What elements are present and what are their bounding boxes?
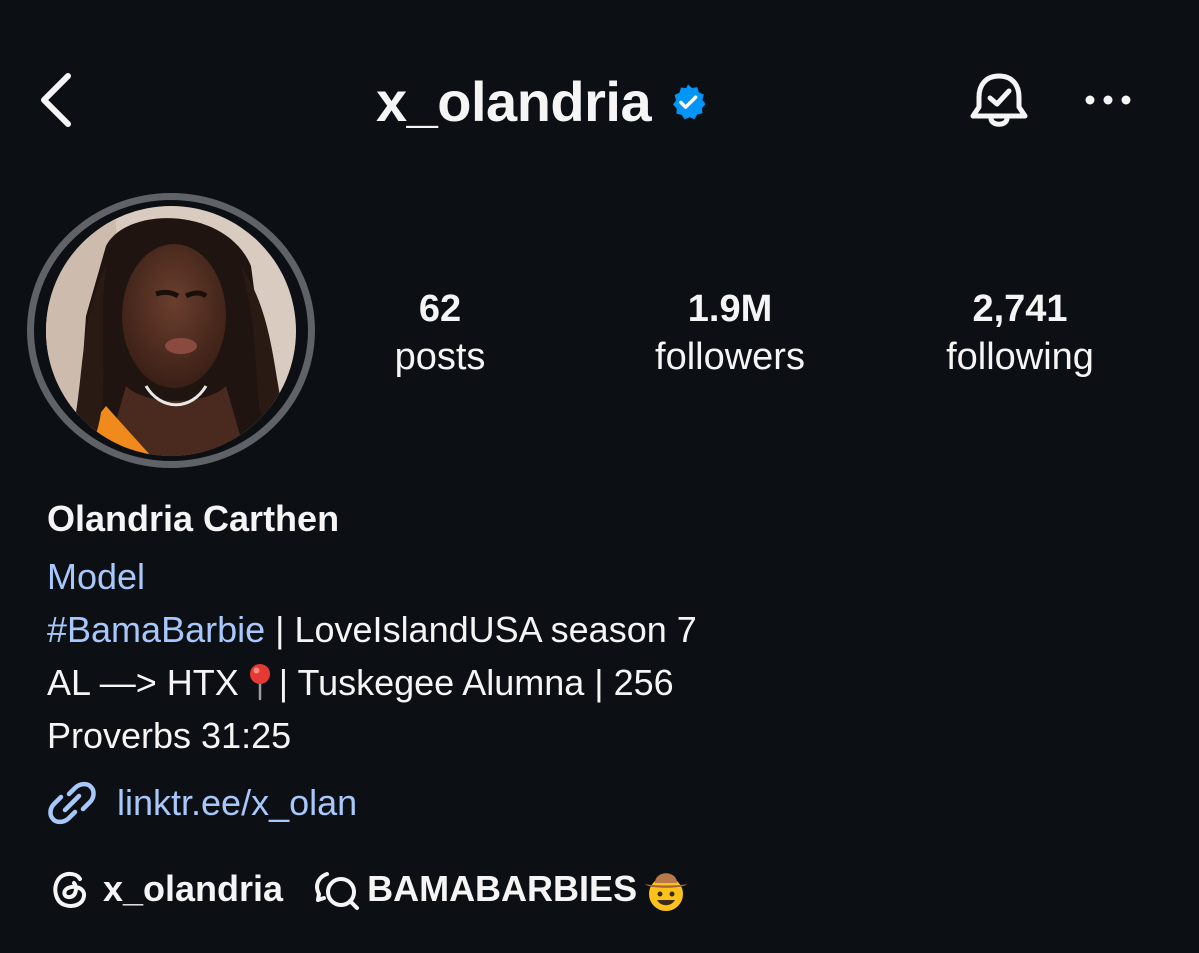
- posts-count[interactable]: 62 posts: [370, 285, 510, 381]
- broadcast-channel-link[interactable]: BAMABARBIES: [313, 864, 691, 914]
- threads-profile-link[interactable]: x_olandria: [47, 866, 283, 912]
- threads-handle: x_olandria: [103, 868, 284, 909]
- verified-badge-icon: [673, 84, 706, 120]
- profile-category: Model: [47, 556, 146, 597]
- followers-count[interactable]: 1.9M followers: [630, 285, 830, 381]
- posts-label: posts: [394, 336, 486, 378]
- threads-icon: [53, 871, 87, 908]
- channel-name: BAMABARBIES: [367, 868, 638, 909]
- avatar[interactable]: [46, 205, 296, 456]
- bio-line-1-text: | LoveIslandUSA season 7: [265, 609, 697, 650]
- following-label: following: [946, 336, 1094, 378]
- bio-link-text: linktr.ee/x_olan: [117, 782, 358, 823]
- avatar-photo: [46, 205, 296, 456]
- bio-line-2: AL —> HTX | Tuskegee Alumna | 256: [47, 662, 674, 704]
- cowboy-hat-face-icon: [645, 873, 688, 911]
- following-value: 2,741: [972, 288, 1068, 330]
- bell-check-icon: [970, 73, 1028, 127]
- profile-header-title: x_olandria: [376, 66, 707, 136]
- broadcast-channel-icon: [315, 872, 360, 910]
- followers-label: followers: [655, 336, 805, 378]
- profile-page: x_olandria 62 posts 1.9M followers 2,741…: [0, 0, 1199, 953]
- link-icon: [48, 781, 96, 825]
- bio-line-2-rest: | Tuskegee Alumna | 256: [278, 662, 674, 703]
- avatar-ring[interactable]: [27, 193, 315, 468]
- bio-hashtag-link[interactable]: #BamaBarbie: [47, 609, 265, 650]
- social-links-row: x_olandria BAMABARBIES: [47, 864, 691, 914]
- bio-line-2-start: AL —> HTX: [47, 662, 239, 703]
- chevron-left-icon: [41, 73, 71, 127]
- followers-value: 1.9M: [687, 288, 773, 330]
- header-username: x_olandria: [376, 69, 652, 133]
- more-dots-icon: [1085, 95, 1131, 105]
- posts-value: 62: [418, 288, 462, 330]
- bio-line-3: Proverbs 31:25: [47, 715, 292, 756]
- notifications-bell-button[interactable]: [966, 70, 1032, 134]
- bio-link[interactable]: linktr.ee/x_olan: [47, 778, 357, 828]
- back-button[interactable]: [30, 68, 90, 132]
- more-options-button[interactable]: [1080, 82, 1136, 118]
- bio-line-1: #BamaBarbie | LoveIslandUSA season 7: [47, 609, 697, 651]
- round-pushpin-icon: [249, 664, 270, 701]
- following-count[interactable]: 2,741 following: [920, 285, 1120, 381]
- full-name: Olandria Carthen: [47, 498, 340, 539]
